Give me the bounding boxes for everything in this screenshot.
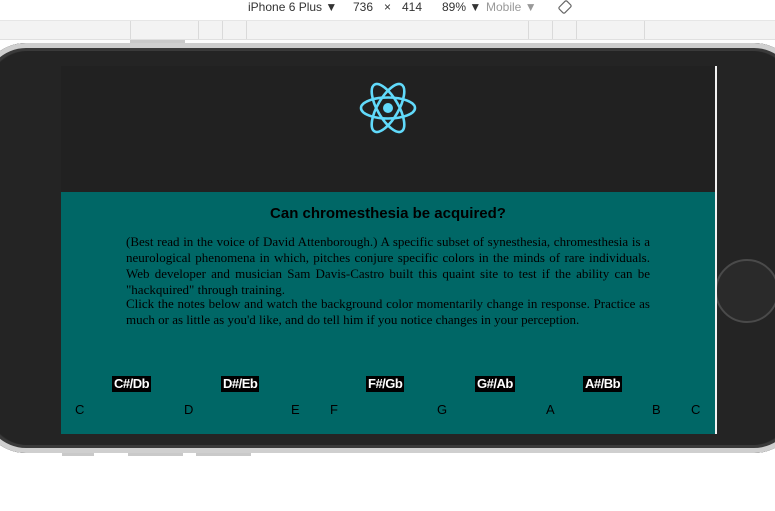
page-title: Can chromesthesia be acquired? bbox=[270, 205, 506, 222]
key-f[interactable]: F bbox=[330, 402, 338, 418]
device-name: iPhone 6 Plus bbox=[248, 0, 323, 14]
mode-select[interactable]: Mobile ▼ bbox=[486, 0, 537, 14]
mode-value: Mobile bbox=[486, 0, 522, 14]
device-toolbar: iPhone 6 Plus ▼ 736 × 414 89% ▼ Mobile ▼ bbox=[0, 0, 775, 20]
key-e[interactable]: E bbox=[291, 402, 300, 418]
zoom-value: 89% bbox=[442, 0, 467, 14]
key-d-sharp[interactable]: D#/Eb bbox=[221, 376, 260, 392]
key-b[interactable]: B bbox=[652, 402, 661, 418]
home-button bbox=[715, 259, 775, 323]
screen-scrollbar bbox=[715, 66, 717, 434]
key-d[interactable]: D bbox=[184, 402, 193, 418]
device-select[interactable]: iPhone 6 Plus ▼ bbox=[248, 0, 337, 14]
media-query-ruler bbox=[0, 20, 775, 40]
zoom-select[interactable]: 89% ▼ bbox=[442, 0, 481, 14]
key-g-sharp[interactable]: G#/Ab bbox=[475, 376, 515, 392]
key-a[interactable]: A bbox=[546, 402, 555, 418]
intro-paragraph: (Best read in the voice of David Attenbo… bbox=[126, 234, 650, 297]
app-screen: Can chromesthesia be acquired? (Best rea… bbox=[61, 66, 715, 434]
app-header bbox=[61, 66, 715, 192]
key-c[interactable]: C bbox=[75, 402, 84, 418]
instructions-paragraph: Click the notes below and watch the back… bbox=[126, 296, 650, 327]
side-button bbox=[62, 453, 94, 456]
side-button bbox=[196, 453, 251, 456]
key-g[interactable]: G bbox=[437, 402, 447, 418]
key-f-sharp[interactable]: F#/Gb bbox=[366, 376, 405, 392]
dimension-separator: × bbox=[384, 0, 392, 14]
rotate-icon[interactable] bbox=[558, 0, 572, 14]
side-button bbox=[128, 453, 183, 456]
height-field[interactable]: 414 bbox=[402, 0, 422, 14]
key-c-sharp[interactable]: C#/Db bbox=[112, 376, 152, 392]
react-atom-icon bbox=[359, 82, 417, 134]
width-field[interactable]: 736 bbox=[353, 0, 373, 14]
main-content: Can chromesthesia be acquired? (Best rea… bbox=[61, 192, 715, 434]
key-c-high[interactable]: C bbox=[691, 402, 700, 418]
key-a-sharp[interactable]: A#/Bb bbox=[583, 376, 623, 392]
